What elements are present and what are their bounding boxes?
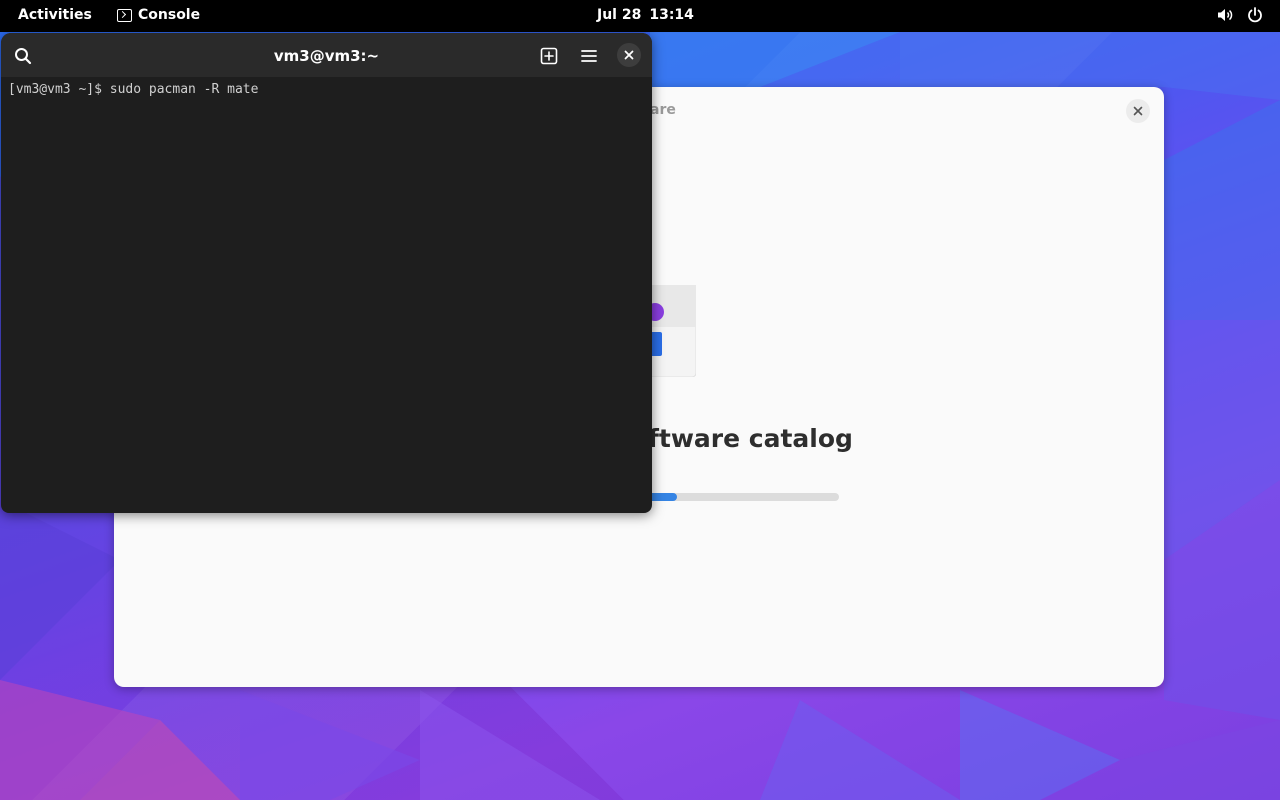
system-tray[interactable]: [1216, 6, 1264, 24]
main-menu-button[interactable]: [576, 43, 602, 69]
app-menu-label: Console: [138, 7, 201, 23]
new-tab-button[interactable]: [536, 43, 562, 69]
menu-icon: [581, 50, 597, 62]
close-icon: [1133, 106, 1143, 116]
new-tab-icon: [540, 47, 558, 65]
terminal-header-bar[interactable]: vm3@vm3:~: [1, 33, 652, 77]
typed-command: sudo pacman -R mate: [109, 82, 259, 97]
top-bar: Activities Console Jul 28 13:14: [0, 0, 1280, 32]
clock[interactable]: Jul 28 13:14: [597, 7, 694, 23]
terminal-window[interactable]: vm3@vm3:~ [vm3@vm3 ~]$ sudo pacman -R ma…: [1, 33, 652, 513]
clock-time: 13:14: [649, 7, 694, 23]
power-icon[interactable]: [1246, 6, 1264, 24]
software-close-button[interactable]: [1126, 99, 1150, 123]
shell-prompt: [vm3@vm3 ~]$: [8, 82, 110, 97]
terminal-close-button[interactable]: [617, 43, 641, 67]
software-title-fragment: are: [650, 102, 676, 118]
clock-date: Jul 28: [597, 7, 642, 23]
software-heading-fragment: ftware catalog: [648, 424, 853, 453]
close-icon: [624, 50, 634, 60]
console-app-icon: [117, 8, 132, 22]
app-menu[interactable]: Console: [117, 7, 200, 23]
volume-icon[interactable]: [1216, 6, 1234, 24]
terminal-output[interactable]: [vm3@vm3 ~]$ sudo pacman -R mate: [8, 82, 258, 97]
activities-button[interactable]: Activities: [18, 7, 92, 23]
